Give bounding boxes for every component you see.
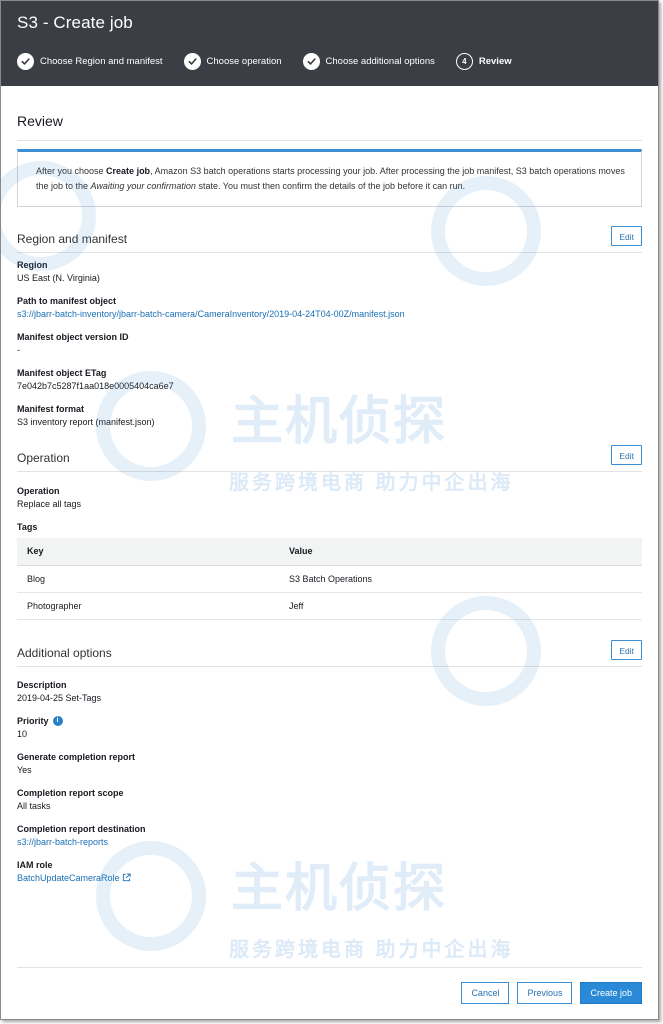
operation-field: Operation Replace all tags bbox=[17, 486, 642, 509]
field-value: 2019-04-25 Set-Tags bbox=[17, 692, 102, 703]
field-label: IAM role bbox=[17, 859, 53, 870]
tags-table: Key Value Blog S3 Batch Operations Photo… bbox=[17, 538, 642, 620]
previous-button[interactable]: Previous bbox=[517, 982, 573, 1004]
iam-role-link-wrap[interactable]: BatchUpdateCameraRole bbox=[17, 873, 642, 883]
wizard-steps: Choose Region and manifest Choose operat… bbox=[17, 53, 642, 70]
field-value: 7e042b7c5287f1aa018e0005404ca6e7 bbox=[17, 381, 174, 391]
field-label: Manifest object ETag bbox=[17, 368, 107, 378]
step-region-manifest[interactable]: Choose Region and manifest bbox=[17, 53, 163, 70]
step-label: Choose additional options bbox=[325, 56, 435, 67]
field-label: Completion report scope bbox=[17, 787, 124, 798]
priority-field: Priority i 10 bbox=[17, 715, 642, 739]
manifest-path-field: Path to manifest object s3://jbarr-batch… bbox=[17, 296, 642, 319]
create-job-window: S3 - Create job Choose Region and manife… bbox=[0, 0, 659, 1020]
column-header-key: Key bbox=[17, 538, 279, 566]
tag-key-cell: Photographer bbox=[17, 592, 279, 620]
iam-role-link[interactable]: BatchUpdateCameraRole bbox=[17, 873, 120, 883]
priority-label: Priority bbox=[17, 715, 49, 726]
check-icon bbox=[17, 53, 34, 70]
edit-region-button[interactable]: Edit bbox=[611, 226, 642, 246]
section-title: Additional options bbox=[17, 645, 112, 660]
watermark-slogan: 服务跨境电商 助力中企出海 bbox=[229, 939, 514, 961]
step-review: 4 Review bbox=[455, 53, 512, 70]
region-field: Region US East (N. Virginia) bbox=[17, 260, 642, 283]
cancel-button[interactable]: Cancel bbox=[461, 982, 510, 1004]
info-alert: After you choose Create job, Amazon S3 b… bbox=[17, 149, 642, 207]
field-value: US East (N. Virginia) bbox=[17, 273, 100, 283]
info-text: After you choose bbox=[36, 166, 107, 176]
tag-value-cell: S3 Batch Operations bbox=[279, 565, 642, 593]
report-scope-field: Completion report scope All tasks bbox=[17, 788, 642, 811]
section-title: Region and manifest bbox=[17, 232, 128, 246]
completion-report-field: Generate completion report Yes bbox=[17, 752, 642, 775]
iam-role-field: IAM role BatchUpdateCameraRole bbox=[17, 860, 642, 883]
section-header: Additional options Edit bbox=[17, 639, 642, 667]
field-label: Tags bbox=[17, 522, 38, 532]
table-header-row: Key Value bbox=[17, 538, 642, 566]
step-label: Review bbox=[478, 56, 512, 67]
create-job-button[interactable]: Create job bbox=[580, 982, 642, 1004]
manifest-etag-field: Manifest object ETag 7e042b7c5287f1aa018… bbox=[17, 368, 642, 391]
section-header: Operation Edit bbox=[17, 445, 642, 472]
field-value: S3 inventory report (manifest.json) bbox=[17, 417, 155, 427]
description-field: Description 2019-04-25 Set-Tags bbox=[17, 680, 642, 703]
column-header-value: Value bbox=[279, 538, 642, 566]
wizard-footer: Cancel Previous Create job bbox=[17, 967, 642, 1004]
field-label: Path to manifest object bbox=[17, 296, 117, 306]
table-row: Photographer Jeff bbox=[17, 592, 642, 620]
step-label: Choose Region and manifest bbox=[40, 56, 163, 67]
page-header-title: S3 - Create job bbox=[17, 13, 133, 32]
info-icon[interactable]: i bbox=[52, 715, 63, 726]
manifest-format-field: Manifest format S3 inventory report (man… bbox=[17, 404, 642, 427]
report-destination-field: Completion report destination s3://jbarr… bbox=[17, 824, 642, 847]
page-title: Review bbox=[17, 113, 642, 141]
check-icon bbox=[302, 53, 320, 70]
field-label: Manifest format bbox=[17, 404, 85, 414]
field-label: Region bbox=[17, 260, 48, 270]
section-header: Region and manifest Edit bbox=[17, 226, 642, 253]
field-label: Operation bbox=[17, 486, 60, 496]
info-text: state. You must then confirm the details… bbox=[195, 181, 466, 191]
step-additional-options[interactable]: Choose additional options bbox=[302, 53, 435, 70]
tag-value-cell: Jeff bbox=[279, 592, 642, 620]
field-label: Priority i bbox=[17, 715, 642, 726]
tag-key-cell: Blog bbox=[17, 565, 279, 593]
wizard-header: S3 - Create job Choose Region and manife… bbox=[1, 1, 658, 86]
step-label: Choose operation bbox=[206, 56, 282, 67]
region-manifest-section: Region and manifest Edit Region US East … bbox=[17, 226, 642, 427]
additional-options-section: Additional options Edit Description 2019… bbox=[17, 639, 642, 883]
field-value: - bbox=[17, 345, 20, 355]
table-row: Blog S3 Batch Operations bbox=[17, 565, 642, 593]
info-italic: Awaiting your confirmation bbox=[90, 181, 196, 191]
field-label: Manifest object version ID bbox=[17, 332, 129, 342]
field-value: All tasks bbox=[17, 800, 51, 811]
manifest-version-field: Manifest object version ID - bbox=[17, 332, 642, 355]
report-destination-link[interactable]: s3://jbarr-batch-reports bbox=[17, 837, 642, 847]
section-title: Operation bbox=[17, 451, 70, 465]
manifest-path-link[interactable]: s3://jbarr-batch-inventory/jbarr-batch-c… bbox=[17, 309, 642, 319]
main-content: Review After you choose Create job, Amaz… bbox=[1, 113, 658, 883]
field-value: 10 bbox=[17, 728, 28, 739]
tags-field: Tags bbox=[17, 522, 642, 532]
check-icon bbox=[183, 53, 201, 70]
field-value: Replace all tags bbox=[17, 499, 82, 509]
edit-operation-button[interactable]: Edit bbox=[611, 445, 642, 465]
step-number-badge: 4 bbox=[455, 53, 473, 70]
field-label: Description bbox=[17, 679, 67, 690]
info-bold: Create job bbox=[106, 166, 151, 176]
field-label: Generate completion report bbox=[17, 751, 136, 762]
field-value: Yes bbox=[17, 764, 32, 775]
external-link-icon bbox=[122, 872, 131, 881]
field-label: Completion report destination bbox=[17, 823, 146, 834]
edit-additional-button[interactable]: Edit bbox=[611, 639, 642, 660]
operation-section: Operation Edit Operation Replace all tag… bbox=[17, 445, 642, 620]
step-operation[interactable]: Choose operation bbox=[183, 53, 282, 70]
